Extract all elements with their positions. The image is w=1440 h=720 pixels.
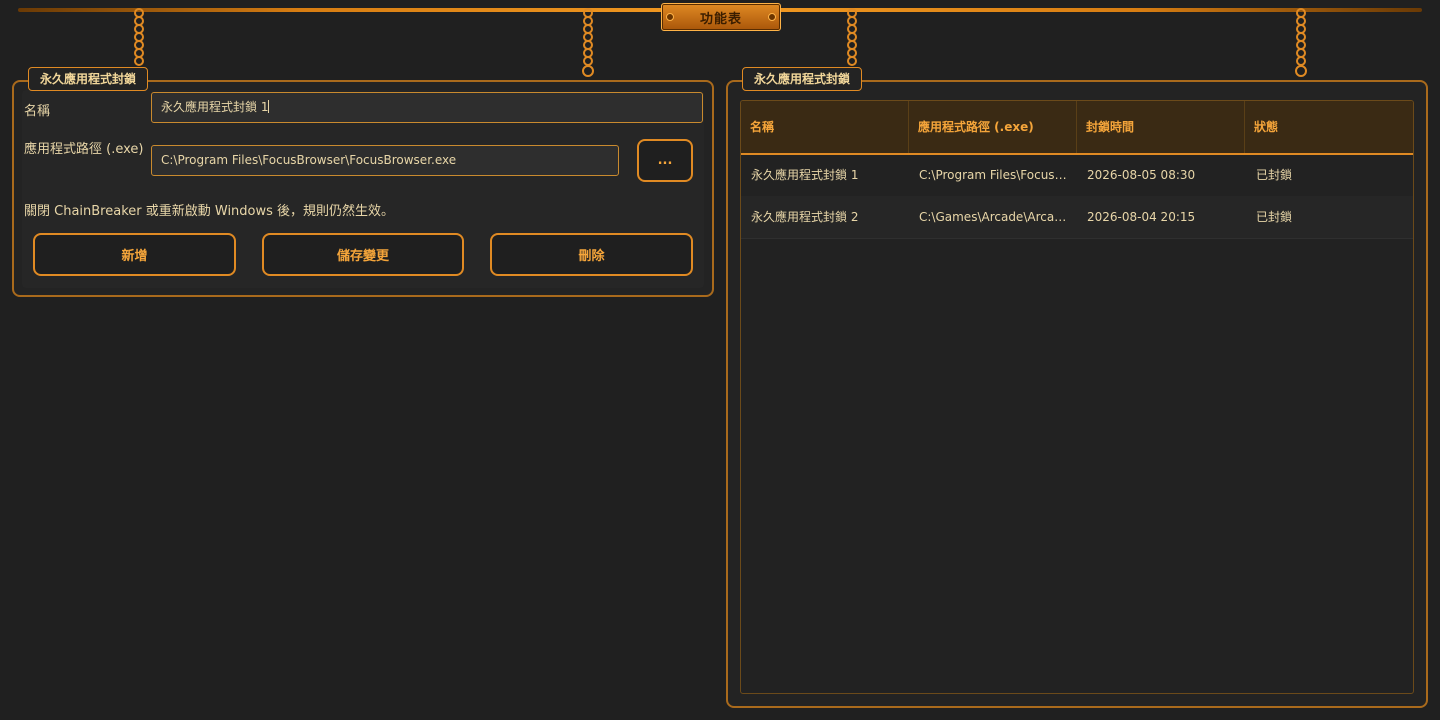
column-header-time[interactable]: 封鎖時間 [1077, 101, 1245, 153]
cell-status: 已封鎖 [1256, 210, 1293, 224]
name-label: 名稱 [24, 104, 51, 119]
cell-path: C:\Program Files\FocusBrowser\FocusBrows… [919, 168, 1069, 182]
cell-name: 永久應用程式封鎖 1 [751, 168, 859, 182]
save-changes-button[interactable]: 儲存變更 [262, 233, 464, 276]
table-row[interactable]: 永久應用程式封鎖 1 C:\Program Files\FocusBrowser… [741, 154, 1413, 197]
name-input[interactable]: 永久應用程式封鎖 1 [151, 92, 703, 123]
cell-time: 2026-08-04 20:15 [1087, 210, 1196, 224]
chain-decoration [846, 8, 858, 66]
block-table: 名稱 應用程式路徑 (.exe) 封鎖時間 狀態 永久應用程式封鎖 1 C:\P… [740, 100, 1414, 694]
menu-button[interactable]: 功能表 [661, 3, 781, 31]
table-header: 名稱 應用程式路徑 (.exe) 封鎖時間 狀態 [741, 101, 1413, 155]
persistence-note: 關閉 ChainBreaker 或重新啟動 Windows 後，規則仍然生效。 [24, 204, 395, 219]
name-input-value: 永久應用程式封鎖 1 [161, 100, 269, 114]
app-block-form-panel: 名稱 永久應用程式封鎖 1 應用程式路徑 (.exe) C:\Program F… [12, 80, 714, 297]
text-caret [268, 100, 270, 113]
rivet-icon [666, 13, 674, 21]
path-label: 應用程式路徑 (.exe) [24, 142, 144, 157]
rivet-icon [768, 13, 776, 21]
chain-decoration [1295, 8, 1307, 80]
right-panel-tab: 永久應用程式封鎖 [742, 67, 863, 91]
cell-time: 2026-08-05 08:30 [1087, 168, 1196, 182]
path-input[interactable]: C:\Program Files\FocusBrowser\FocusBrows… [151, 145, 619, 176]
cell-status: 已封鎖 [1256, 168, 1293, 182]
add-button[interactable]: 新增 [33, 233, 236, 276]
chain-decoration [582, 8, 594, 80]
table-row[interactable]: 永久應用程式封鎖 2 C:\Games\Arcade\Arcade.exe 20… [741, 196, 1413, 239]
delete-button[interactable]: 刪除 [490, 233, 693, 276]
column-header-status[interactable]: 狀態 [1245, 101, 1413, 153]
path-input-value: C:\Program Files\FocusBrowser\FocusBrows… [161, 153, 457, 167]
chain-decoration [133, 8, 145, 66]
browse-button[interactable]: ... [637, 139, 693, 182]
menu-title: 功能表 [699, 11, 742, 27]
column-header-path[interactable]: 應用程式路徑 (.exe) [909, 101, 1077, 153]
app-block-list-panel: 名稱 應用程式路徑 (.exe) 封鎖時間 狀態 永久應用程式封鎖 1 C:\P… [726, 80, 1428, 708]
cell-path: C:\Games\Arcade\Arcade.exe [919, 210, 1069, 224]
cell-name: 永久應用程式封鎖 2 [751, 210, 859, 224]
column-header-name[interactable]: 名稱 [741, 101, 909, 153]
left-panel-tab: 永久應用程式封鎖 [28, 67, 149, 91]
